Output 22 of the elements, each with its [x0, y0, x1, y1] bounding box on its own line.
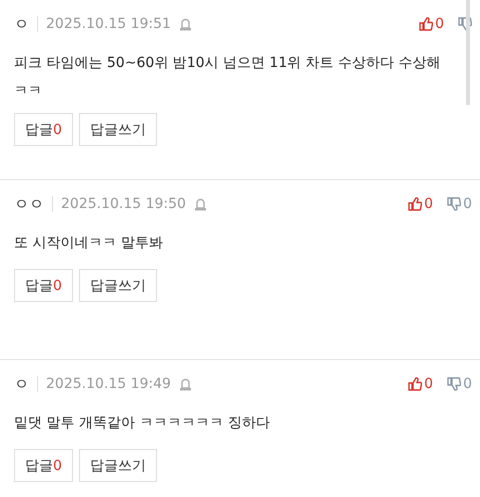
- replies-button[interactable]: 답글0: [14, 269, 73, 302]
- siren-icon[interactable]: [178, 17, 192, 31]
- write-reply-button[interactable]: 답글쓰기: [78, 269, 157, 302]
- author-name: ㅇ: [14, 14, 29, 34]
- comment-text: 피크 타임에는 50~60위 밤10시 넘으면 11위 차트 수상하다 수상해 ㅋㅋ: [14, 54, 442, 101]
- comment-date: 2025.10.15 19:51: [46, 16, 171, 32]
- replies-button[interactable]: 답글0: [14, 449, 73, 482]
- author-name: ㅇㅇ: [14, 194, 44, 214]
- author-name: ㅇ: [14, 374, 29, 394]
- write-reply-button[interactable]: 답글쓰기: [78, 449, 157, 482]
- replies-button[interactable]: 답글0: [14, 113, 73, 146]
- like-button[interactable]: 0: [408, 196, 434, 212]
- comment-text: 또 시작이네ㅋㅋ 말투봐: [14, 234, 164, 253]
- comment-text: 밑댓 말투 개똑같아 ㅋㅋㅋㅋㅋㅋ 징하다: [14, 414, 271, 433]
- dislike-button[interactable]: [458, 17, 472, 31]
- comment-date: 2025.10.15 19:49: [46, 376, 171, 392]
- scrollbar[interactable]: [466, 0, 470, 105]
- siren-icon[interactable]: [194, 197, 207, 211]
- siren-icon[interactable]: [178, 377, 192, 391]
- write-reply-button[interactable]: 답글쓰기: [78, 113, 157, 146]
- like-button[interactable]: 0: [408, 376, 434, 392]
- comment-date: 2025.10.15 19:50: [61, 196, 186, 212]
